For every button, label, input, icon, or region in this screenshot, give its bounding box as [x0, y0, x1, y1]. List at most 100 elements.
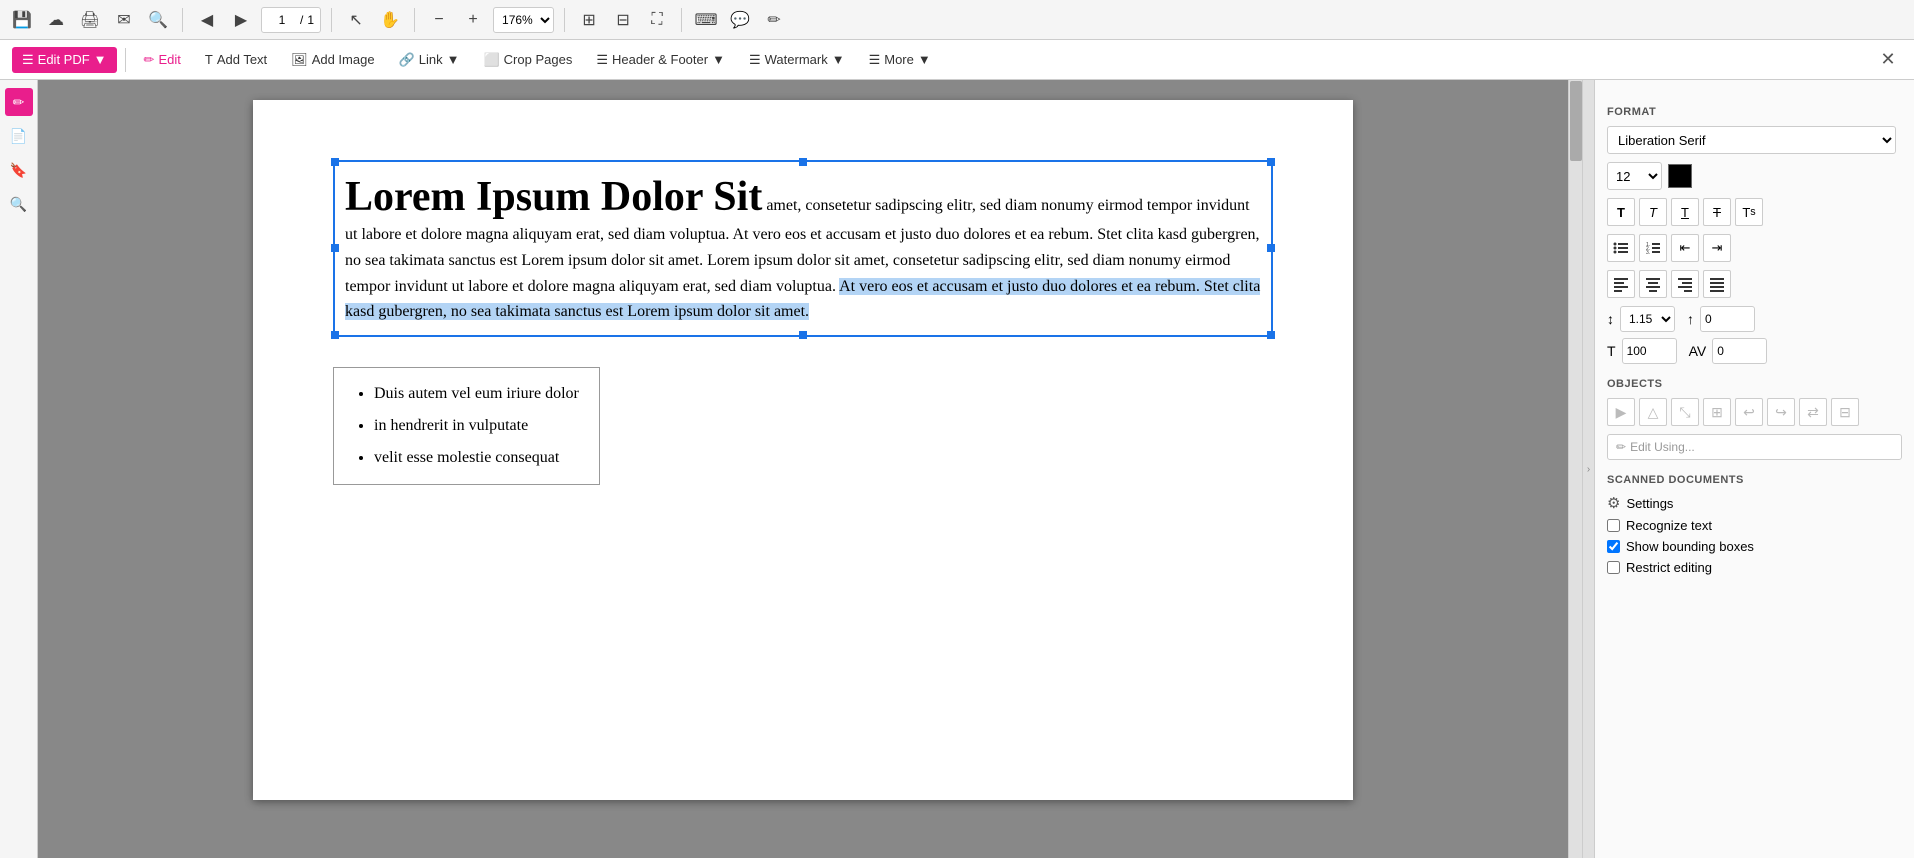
char-spacing-input[interactable] [1622, 338, 1677, 364]
svg-text:3.: 3. [1646, 250, 1650, 256]
fit-page-button[interactable]: ⊞ [575, 6, 603, 34]
add-text-button[interactable]: T Add Text [195, 47, 277, 72]
keyboard-button[interactable]: ⌨ [692, 6, 720, 34]
edit-pdf-dropdown-icon: ▼ [94, 52, 107, 67]
search-button[interactable]: 🔍 [144, 6, 172, 34]
obj-group-button[interactable]: ⊟ [1831, 398, 1859, 426]
unordered-list-button[interactable] [1607, 234, 1635, 262]
sidebar-edit-btn[interactable]: ✏ [5, 88, 33, 116]
text-selection-box[interactable]: Lorem Ipsum Dolor Sit amet, consetetur s… [333, 160, 1273, 337]
upload-button[interactable]: ☁ [42, 6, 70, 34]
line-spacing-row: ↕ 1.1511.52 ↑ [1607, 306, 1902, 332]
watermark-button[interactable]: ☰ Watermark ▼ [739, 47, 855, 73]
edit-using-button[interactable]: ✏ Edit Using... [1607, 434, 1902, 460]
font-family-select[interactable]: Liberation Serif [1607, 126, 1896, 154]
obj-resize-button[interactable]: ⤡ [1671, 398, 1699, 426]
handle-top-center[interactable] [799, 158, 807, 166]
separator-4 [564, 8, 565, 32]
zoom-out-button[interactable]: − [425, 6, 453, 34]
recognize-text-row: Recognize text [1607, 518, 1902, 533]
link-button[interactable]: 🔗 Link ▼ [389, 47, 470, 73]
italic-button[interactable]: T [1639, 198, 1667, 226]
pdf-scrollbar[interactable] [1568, 80, 1582, 858]
obj-forward-button[interactable]: ▶ [1607, 398, 1635, 426]
sidebar-search-btn[interactable]: 🔍 [5, 190, 33, 218]
email-button[interactable]: ✉ [110, 6, 138, 34]
handle-middle-left[interactable] [331, 244, 339, 252]
more-label: More [884, 52, 914, 67]
obj-triangle-button[interactable]: △ [1639, 398, 1667, 426]
handle-bottom-left[interactable] [331, 331, 339, 339]
text-color-button[interactable] [1668, 164, 1692, 188]
increase-indent-button[interactable]: ⇥ [1703, 234, 1731, 262]
header-footer-button[interactable]: ☰ Header & Footer ▼ [586, 47, 735, 73]
handle-bottom-center[interactable] [799, 331, 807, 339]
align-center-button[interactable] [1639, 270, 1667, 298]
align-justify-button[interactable] [1703, 270, 1731, 298]
list-item: velit esse molestie consequat [374, 442, 579, 474]
annotate-button[interactable]: ✏ [760, 6, 788, 34]
format-section-title: FORMAT [1607, 106, 1902, 118]
pdf-area: Lorem Ipsum Dolor Sit amet, consetetur s… [38, 80, 1568, 858]
ordered-list-button[interactable]: 1.2.3. [1639, 234, 1667, 262]
bold-button[interactable]: T [1607, 198, 1635, 226]
sidebar-pages-btn[interactable]: 📄 [5, 122, 33, 150]
document-heading: Lorem Ipsum Dolor Sit [345, 174, 762, 220]
page-navigation: / 1 [261, 7, 321, 33]
zoom-select[interactable]: 176% 100% 150% 200% [493, 7, 554, 33]
comment-button[interactable]: 💬 [726, 6, 754, 34]
next-page-button[interactable]: ▶ [227, 6, 255, 34]
font-size-select[interactable]: 12 891011 14161824 [1607, 162, 1662, 190]
handle-bottom-right[interactable] [1267, 331, 1275, 339]
panel-expand-handle[interactable]: › [1582, 80, 1594, 858]
close-button[interactable]: ✕ [1874, 46, 1902, 74]
obj-undo-button[interactable]: ↩ [1735, 398, 1763, 426]
obj-align-button[interactable]: ⊞ [1703, 398, 1731, 426]
line-spacing-select[interactable]: 1.1511.52 [1620, 306, 1675, 332]
edit-pdf-icon: ☰ [22, 52, 34, 68]
edit-button[interactable]: ✏ Edit [134, 47, 191, 73]
underline-button[interactable]: T [1671, 198, 1699, 226]
prev-page-button[interactable]: ◀ [193, 6, 221, 34]
fullscreen-button[interactable]: ⛶ [643, 6, 671, 34]
line-spacing-icon: ↕ [1607, 311, 1614, 327]
objects-buttons: ▶ △ ⤡ ⊞ ↩ ↪ ⇄ ⊟ [1607, 398, 1902, 426]
restrict-editing-checkbox[interactable] [1607, 561, 1620, 574]
save-button[interactable]: 💾 [8, 6, 36, 34]
align-right-button[interactable] [1671, 270, 1699, 298]
add-text-icon: T [205, 52, 213, 67]
obj-flip-button[interactable]: ⇄ [1799, 398, 1827, 426]
font-size-row: 12 891011 14161824 [1607, 162, 1902, 190]
handle-top-right[interactable] [1267, 158, 1275, 166]
handle-top-left[interactable] [331, 158, 339, 166]
select-tool-button[interactable]: ↖ [342, 6, 370, 34]
before-spacing-input[interactable] [1700, 306, 1755, 332]
add-image-button[interactable]: 🖼 Add Image [281, 47, 384, 73]
strikethrough-button[interactable]: T [1703, 198, 1731, 226]
restrict-editing-row: Restrict editing [1607, 560, 1902, 575]
recognize-text-checkbox[interactable] [1607, 519, 1620, 532]
show-bounding-boxes-row: Show bounding boxes [1607, 539, 1902, 554]
crop-pages-button[interactable]: ⬜ Crop Pages [473, 47, 582, 73]
zoom-in-button[interactable]: + [459, 6, 487, 34]
decrease-indent-button[interactable]: ⇤ [1671, 234, 1699, 262]
fit-width-button[interactable]: ⊟ [609, 6, 637, 34]
char-spacing-icon: T [1607, 343, 1616, 359]
add-image-icon: 🖼 [291, 52, 308, 68]
align-left-button[interactable] [1607, 270, 1635, 298]
link-dropdown-icon: ▼ [447, 52, 460, 67]
obj-redo-button[interactable]: ↪ [1767, 398, 1795, 426]
handle-middle-right[interactable] [1267, 244, 1275, 252]
superscript-button[interactable]: Ts [1735, 198, 1763, 226]
pan-tool-button[interactable]: ✋ [376, 6, 404, 34]
show-bounding-boxes-checkbox[interactable] [1607, 540, 1620, 553]
edit-pdf-label: Edit PDF [38, 52, 90, 67]
print-button[interactable]: 🖨 [76, 6, 104, 34]
page-number-input[interactable] [268, 13, 296, 27]
edit-pdf-button[interactable]: ☰ Edit PDF ▼ [12, 47, 117, 73]
pdf-page: Lorem Ipsum Dolor Sit amet, consetetur s… [253, 100, 1353, 800]
more-button[interactable]: ☰ More ▼ [859, 47, 941, 73]
scroll-thumb[interactable] [1570, 81, 1582, 161]
av-spacing-input[interactable] [1712, 338, 1767, 364]
sidebar-bookmarks-btn[interactable]: 🔖 [5, 156, 33, 184]
